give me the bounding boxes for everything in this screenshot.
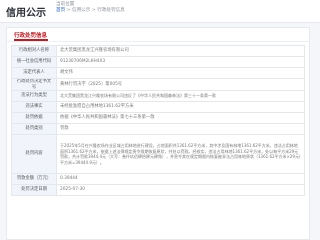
breadcrumb-section-link[interactable]: 信用公示: [72, 8, 90, 13]
row-label: 违法事实: [11, 101, 57, 114]
breadcrumb-current: 行政处罚信息: [97, 8, 125, 13]
table-row: 法定代表人 胡文伟: [11, 67, 305, 79]
row-label: 法定代表人: [11, 67, 57, 79]
penalty-info-table: 行政相对人名称 北大荒集团黑龙江兴隆农场有限公司 统一社会信用代码 912307…: [11, 45, 305, 197]
table-row: 处罚决定日期 2025-07-30: [11, 184, 305, 197]
row-label: 罚款金额（万元）: [11, 173, 57, 186]
breadcrumb: 当前位置 首页 > 信用公示 > 行政处罚信息: [56, 2, 125, 14]
row-value: 未经批准擅自占用林地1361.62平方米: [56, 101, 305, 114]
row-value: 91230706M2LKH4X3: [56, 56, 305, 68]
table-row: 处罚类别 罚款: [11, 123, 305, 136]
table-row: 处罚内容 于2025年5月在兴隆农场作业区域占用林地进行建设，占地面积共1361…: [11, 134, 305, 175]
row-label: 处罚类别: [11, 123, 57, 136]
row-value: 北大荒集团黑龙江兴隆农场有限公司违反了《中华人民共和国森林法》第三十一条第一款: [56, 90, 305, 103]
row-label: 统一社会信用代码: [11, 56, 57, 68]
table-row: 处罚依据 依据《中华人民共和国森林法》第七十三条第一款: [11, 112, 305, 125]
site-title: 信用公示: [6, 8, 46, 19]
table-row: 违法行为类型 北大荒集团黑龙江兴隆农场有限公司违反了《中华人民共和国森林法》第三…: [11, 90, 305, 103]
breadcrumb-home-link[interactable]: 首页: [56, 8, 65, 13]
penalty-info-card: 行政处罚信息 行政相对人名称 北大荒集团黑龙江兴隆农场有限公司 统一社会信用代码…: [6, 27, 310, 240]
row-value: 于2025年5月在兴隆农场作业区域占用林地进行建设，占地面积共1361.62平方…: [56, 134, 305, 175]
card-title-row: 行政处罚信息: [7, 28, 309, 42]
page-header: 信用公示 当前位置 首页 > 信用公示 > 行政处罚信息: [0, 0, 320, 23]
table-row: 罚款金额（万元） 0.39444: [11, 173, 305, 186]
row-label: 处罚依据: [11, 112, 57, 125]
table-row: 违法事实 未经批准擅自占用林地1361.62平方米: [11, 101, 305, 114]
row-value: 胡文伟: [56, 67, 305, 79]
row-label: 处罚内容: [11, 134, 57, 175]
row-value: 北大荒集团黑龙江兴隆农场有限公司: [56, 45, 305, 57]
row-value: 0.39444: [56, 173, 305, 186]
row-label: 处罚决定日期: [11, 184, 57, 197]
card-title-underline: [14, 39, 48, 41]
table-row: 行政处罚决定书文号 黄林行罚决字〔2025〕第005号: [11, 77, 305, 92]
row-value: 2025-07-30: [56, 184, 305, 197]
table-row: 统一社会信用代码 91230706M2LKH4X3: [11, 56, 305, 68]
card-title: 行政处罚信息: [14, 33, 48, 39]
row-value: 依据《中华人民共和国森林法》第七十三条第一款: [56, 112, 305, 125]
row-value: 罚款: [56, 123, 305, 136]
row-label: 行政相对人名称: [11, 45, 57, 57]
row-value: 黄林行罚决字〔2025〕第005号: [56, 77, 305, 92]
table-row: 行政相对人名称 北大荒集团黑龙江兴隆农场有限公司: [11, 45, 305, 57]
breadcrumb-separator: >: [65, 8, 72, 13]
row-label: 违法行为类型: [11, 90, 57, 103]
row-label: 行政处罚决定书文号: [11, 77, 57, 92]
